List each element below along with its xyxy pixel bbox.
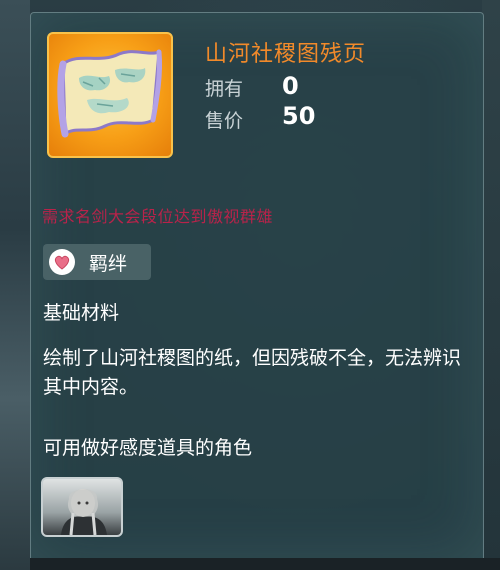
- character-portrait[interactable]: [41, 477, 123, 537]
- game-screen: 山河社稷图残页 拥有 0 售价 50 需求名剑大会段位达到傲视群雄 羁绊 基础材…: [0, 0, 500, 570]
- bond-tag-label: 羁绊: [89, 253, 128, 275]
- item-name: 山河社稷图残页: [205, 42, 367, 67]
- price-value: 50: [282, 102, 316, 130]
- price-label: 售价: [205, 110, 244, 132]
- requirement-text: 需求名剑大会段位达到傲视群雄: [42, 207, 274, 226]
- background-bottom-edge: [30, 558, 500, 570]
- item-description: 绘制了山河社稷图的纸，但因残破不全，无法辨识其中内容。: [43, 347, 462, 398]
- heart-icon: [49, 249, 75, 275]
- owned-value: 0: [282, 72, 299, 100]
- bond-tag: 羁绊: [43, 244, 151, 280]
- usable-by-label: 可用做好感度道具的角色: [43, 437, 253, 459]
- owned-label: 拥有: [205, 78, 244, 100]
- item-type: 基础材料: [43, 302, 120, 324]
- background-right-edge: [482, 0, 500, 570]
- scroll-map-icon: [47, 32, 173, 158]
- background-left-edge: [0, 0, 30, 570]
